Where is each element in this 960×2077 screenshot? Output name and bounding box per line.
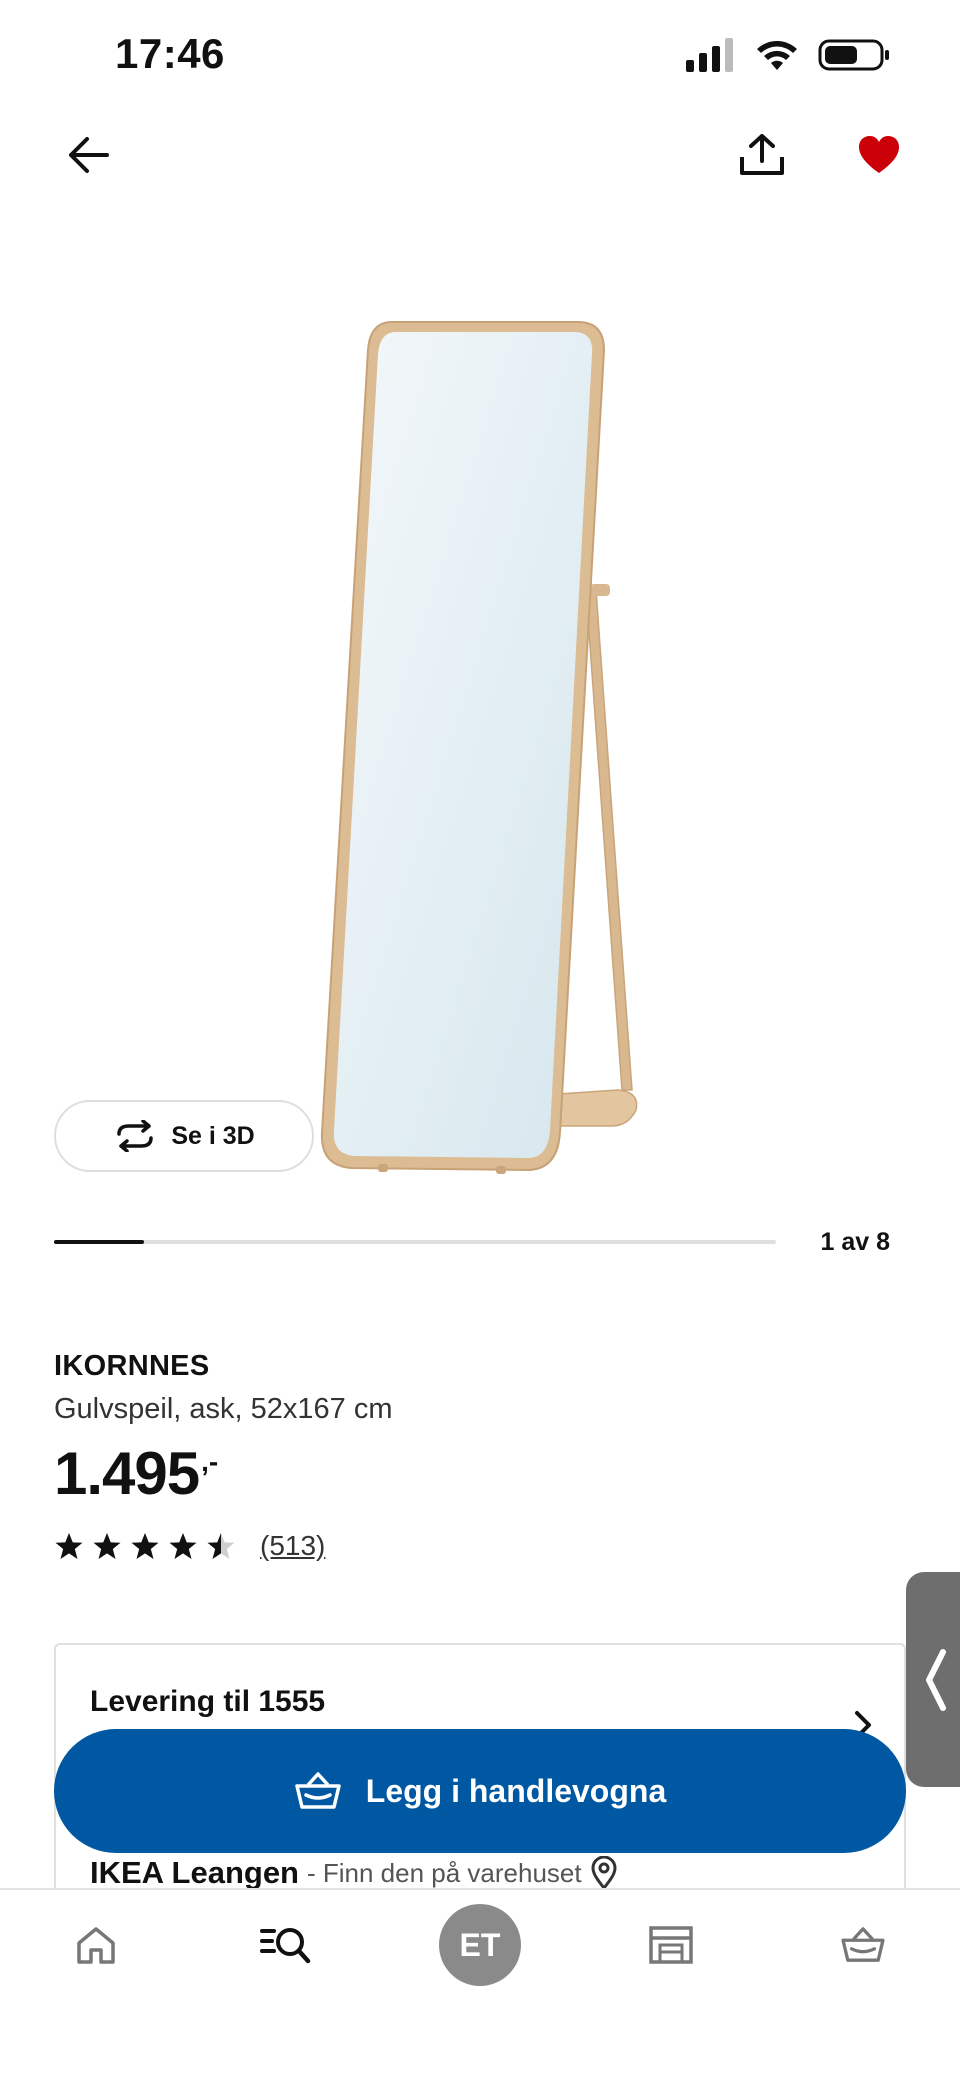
view-in-3d-label: Se i 3D — [171, 1121, 255, 1150]
add-to-cart-button[interactable]: Legg i handlevogna — [54, 1729, 906, 1853]
nav-store[interactable] — [611, 1890, 731, 2000]
status-icons — [686, 38, 890, 72]
store-availability[interactable]: IKEA Leangen - Finn den på varehuset — [90, 1855, 618, 1891]
shopping-basket-icon — [295, 1772, 341, 1809]
rotate-3d-icon — [117, 1120, 154, 1152]
battery-icon — [818, 39, 889, 71]
wifi-icon — [757, 41, 797, 70]
store-note: - Finn den på varehuset — [307, 1857, 582, 1888]
home-icon — [77, 1927, 115, 1964]
favorite-button[interactable] — [844, 120, 914, 190]
product-name: IKORNNES — [54, 1350, 210, 1382]
star-icon — [93, 1533, 121, 1559]
basket-icon — [841, 1927, 885, 1962]
avatar: ET — [439, 1904, 521, 1986]
location-pin-icon — [591, 1856, 617, 1890]
top-navigation — [0, 120, 960, 190]
product-price: 1.495 ,- — [54, 1444, 904, 1504]
nav-cart[interactable] — [803, 1890, 923, 2000]
arrow-left-icon — [69, 137, 109, 173]
cellular-signal-icon — [686, 38, 733, 72]
star-icon — [131, 1533, 159, 1559]
share-icon — [740, 134, 784, 175]
gallery-progress-fill — [54, 1240, 145, 1244]
product-image-gallery[interactable] — [0, 220, 960, 1200]
star-icon — [207, 1533, 235, 1559]
nav-profile[interactable]: ET — [420, 1890, 540, 2000]
view-in-3d-button[interactable]: Se i 3D — [54, 1100, 314, 1172]
product-rating[interactable]: (513) — [54, 1530, 904, 1562]
product-image-mirror — [320, 321, 638, 1174]
back-button[interactable] — [54, 120, 124, 190]
gallery-progress-bar — [54, 1240, 776, 1244]
product-description: Gulvspeil, ask, 52x167 cm — [54, 1393, 393, 1425]
gallery-position-label: 1 av 8 — [820, 1228, 890, 1256]
price-suffix: ,- — [201, 1446, 219, 1477]
store-icon — [649, 1926, 693, 1964]
star-icon — [55, 1533, 83, 1559]
nav-search[interactable] — [226, 1890, 346, 2000]
status-time: 17:46 — [115, 30, 225, 77]
search-list-icon — [260, 1928, 311, 1964]
store-name: IKEA Leangen — [90, 1855, 299, 1890]
status-bar: 17:46 — [0, 0, 960, 110]
delivery-title: Levering til 1555 — [90, 1685, 326, 1718]
share-button[interactable] — [727, 120, 797, 190]
chevron-left-icon — [926, 1648, 946, 1711]
product-info: IKORNNES Gulvspeil, ask, 52x167 cm 1.495… — [54, 1350, 904, 1562]
bottom-navigation: ET — [0, 1888, 960, 2077]
rating-stars — [54, 1532, 236, 1560]
star-icon — [169, 1533, 197, 1559]
nav-home[interactable] — [36, 1890, 156, 2000]
price-amount: 1.495 — [54, 1440, 200, 1507]
heart-icon — [859, 136, 899, 173]
review-count-link[interactable]: (513) — [260, 1530, 325, 1562]
add-to-cart-label: Legg i handlevogna — [365, 1772, 667, 1809]
side-panel-tab[interactable] — [906, 1572, 960, 1787]
